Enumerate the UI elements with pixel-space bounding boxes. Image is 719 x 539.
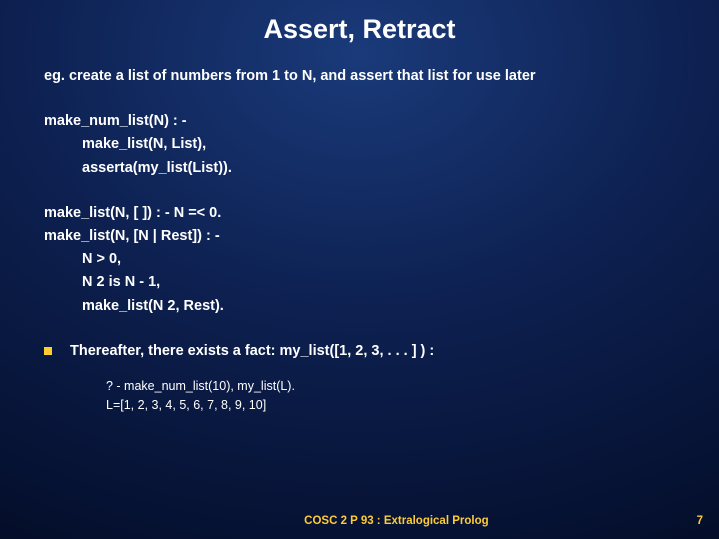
code-line: asserta(my_list(List)). <box>44 157 689 180</box>
code-line: N > 0, <box>44 248 689 271</box>
page-number: 7 <box>697 515 703 527</box>
slide-footer: COSC 2 P 93 : Extralogical Prolog 7 <box>0 515 719 527</box>
code-line: make_list(N, [N | Rest]) : - <box>44 225 689 248</box>
bullet-item: Thereafter, there exists a fact: my_list… <box>44 340 689 363</box>
code-line: make_list(N, [ ]) : - N =< 0. <box>44 202 689 225</box>
slide-content: eg. create a list of numbers from 1 to N… <box>0 51 719 414</box>
slide-title: Assert, Retract <box>0 0 719 51</box>
code-line: N 2 is N - 1, <box>44 271 689 294</box>
code-block-1: make_num_list(N) : - make_list(N, List),… <box>44 110 689 180</box>
slide: Assert, Retract eg. create a list of num… <box>0 0 719 539</box>
description-text: eg. create a list of numbers from 1 to N… <box>44 65 689 88</box>
footer-course: COSC 2 P 93 : Extralogical Prolog <box>304 515 488 527</box>
code-line: make_list(N 2, Rest). <box>44 295 689 318</box>
code-line: make_num_list(N) : - <box>44 110 689 133</box>
example-line: ? - make_num_list(10), my_list(L). <box>106 377 689 396</box>
bullet-text: Thereafter, there exists a fact: my_list… <box>70 340 434 363</box>
code-block-2: make_list(N, [ ]) : - N =< 0. make_list(… <box>44 202 689 318</box>
example-block: ? - make_num_list(10), my_list(L). L=[1,… <box>44 377 689 415</box>
example-line: L=[1, 2, 3, 4, 5, 6, 7, 8, 9, 10] <box>106 396 689 415</box>
code-line: make_list(N, List), <box>44 133 689 156</box>
bullet-icon <box>44 347 52 355</box>
